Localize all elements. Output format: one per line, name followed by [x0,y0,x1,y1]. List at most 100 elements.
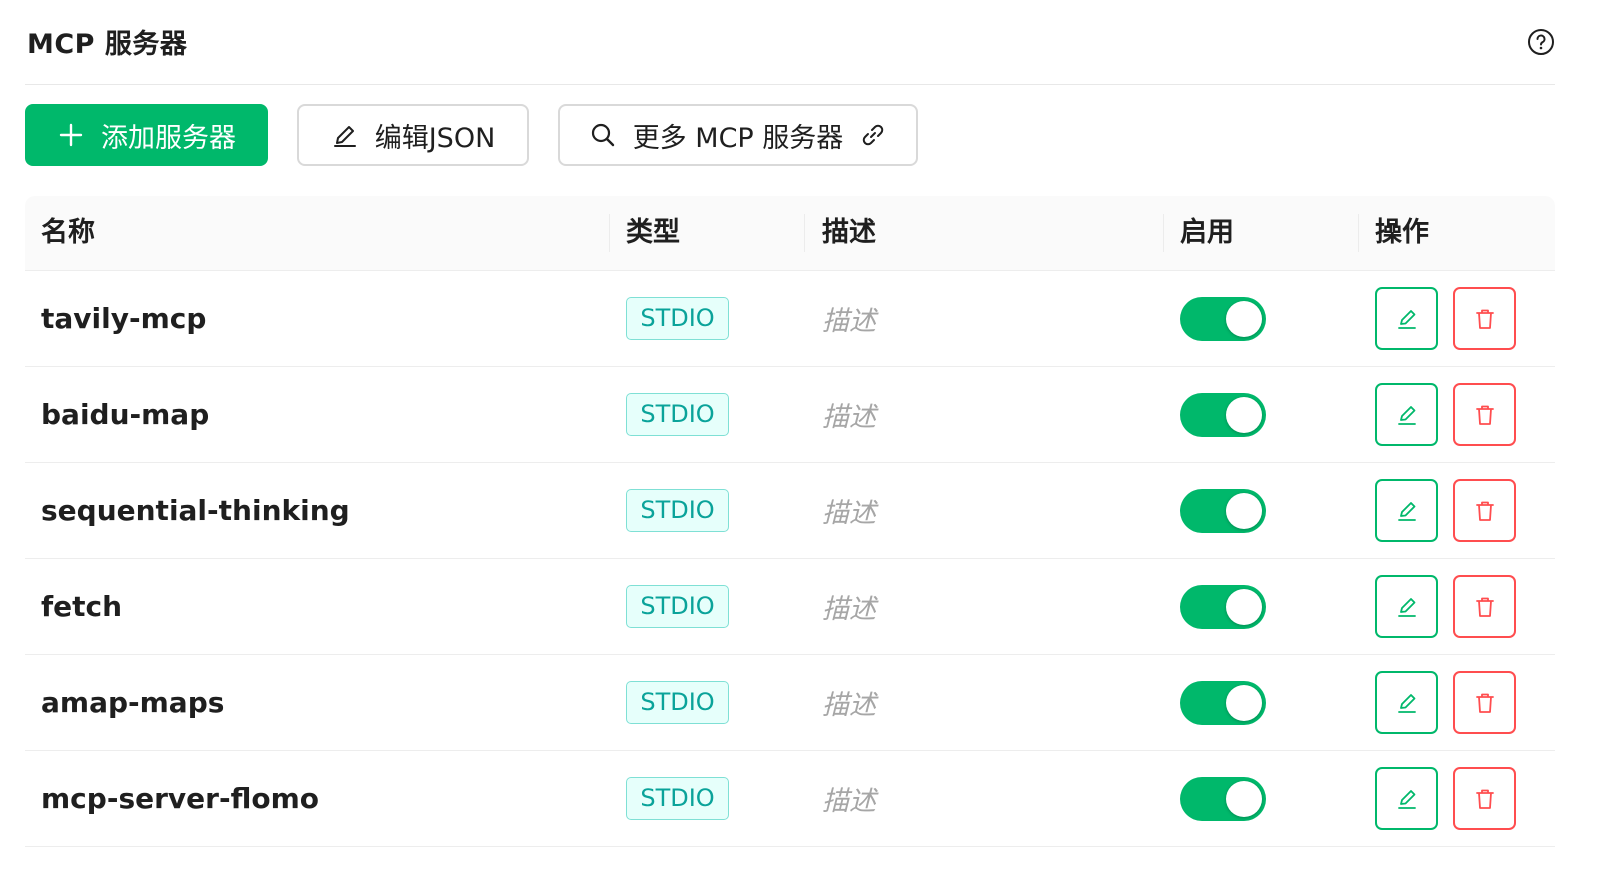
toggle-knob [1226,588,1262,625]
type-cell: STDIO [626,367,729,462]
type-cell: STDIO [626,271,729,366]
actions-cell [1375,463,1516,558]
trash-icon [1475,309,1494,329]
edit-server-button[interactable] [1375,575,1438,638]
pencil-icon [1397,597,1416,617]
enable-toggle[interactable] [1180,488,1266,533]
delete-server-button[interactable] [1453,767,1516,830]
question-circle-icon[interactable] [1527,28,1555,56]
enable-toggle[interactable] [1180,392,1266,437]
actions-cell [1375,367,1516,462]
description-placeholder[interactable]: 描述 [822,463,876,558]
column-header-enabled: 启用 [1180,217,1234,248]
enable-cell [1180,655,1266,750]
column-header-type: 类型 [626,217,680,248]
type-tag: STDIO [626,297,729,340]
search-icon [589,121,617,149]
server-name: amap-maps [41,686,225,719]
edit-json-label: 编辑JSON [374,122,496,154]
column-divider [804,214,805,252]
more-mcp-servers-label: 更多 MCP 服务器 [632,122,844,154]
table-row: amap-maps STDIO 描述 [25,655,1555,751]
pencil-icon [1397,501,1416,521]
actions-cell [1375,271,1516,366]
type-tag: STDIO [626,681,729,724]
enable-cell [1180,367,1266,462]
server-name: sequential-thinking [41,494,350,527]
type-cell: STDIO [626,751,729,846]
edit-server-button[interactable] [1375,671,1438,734]
table-row: mcp-server-flomo STDIO 描述 [25,751,1555,847]
actions-cell [1375,655,1516,750]
table-row: tavily-mcp STDIO 描述 [25,271,1555,367]
toggle-knob [1226,780,1262,817]
description-placeholder[interactable]: 描述 [822,751,876,846]
pencil-icon [1397,405,1416,425]
page-header: MCP 服务器 [25,0,1555,85]
delete-server-button[interactable] [1453,287,1516,350]
mcp-server-table: 名称 类型 描述 启用 操作 tavily-mcp STDIO 描述 baidu… [25,196,1555,847]
column-divider [1163,214,1164,252]
edit-server-button[interactable] [1375,479,1438,542]
server-name: baidu-map [41,398,210,431]
pencil-icon [1397,693,1416,713]
pencil-icon [331,121,359,149]
trash-icon [1475,597,1494,617]
add-server-label: 添加服务器 [101,122,236,154]
actions-cell [1375,559,1516,654]
toggle-knob [1226,396,1262,433]
type-tag: STDIO [626,777,729,820]
server-name: mcp-server-flomo [41,782,319,815]
type-cell: STDIO [626,559,729,654]
server-name: fetch [41,590,123,623]
trash-icon [1475,501,1494,521]
server-name: tavily-mcp [41,302,207,335]
edit-server-button[interactable] [1375,287,1438,350]
type-tag: STDIO [626,393,729,436]
delete-server-button[interactable] [1453,671,1516,734]
description-placeholder[interactable]: 描述 [822,655,876,750]
enable-toggle[interactable] [1180,680,1266,725]
enable-cell [1180,463,1266,558]
column-header-actions: 操作 [1375,217,1429,248]
column-header-name: 名称 [41,217,95,248]
delete-server-button[interactable] [1453,479,1516,542]
add-server-button[interactable]: 添加服务器 [25,104,268,166]
enable-toggle[interactable] [1180,296,1266,341]
enable-cell [1180,271,1266,366]
table-row: baidu-map STDIO 描述 [25,367,1555,463]
actions-cell [1375,751,1516,846]
table-header: 名称 类型 描述 启用 操作 [25,196,1555,271]
enable-cell [1180,559,1266,654]
table-row: fetch STDIO 描述 [25,559,1555,655]
type-cell: STDIO [626,463,729,558]
enable-toggle[interactable] [1180,776,1266,821]
toggle-knob [1226,492,1262,529]
description-placeholder[interactable]: 描述 [822,559,876,654]
delete-server-button[interactable] [1453,575,1516,638]
type-tag: STDIO [626,489,729,532]
toggle-knob [1226,684,1262,721]
plus-icon [57,121,85,149]
column-divider [609,214,610,252]
type-tag: STDIO [626,585,729,628]
type-cell: STDIO [626,655,729,750]
trash-icon [1475,693,1494,713]
description-placeholder[interactable]: 描述 [822,271,876,366]
edit-server-button[interactable] [1375,383,1438,446]
trash-icon [1475,789,1494,809]
toggle-knob [1226,300,1262,337]
more-mcp-servers-button[interactable]: 更多 MCP 服务器 [558,104,918,166]
enable-cell [1180,751,1266,846]
column-divider [1358,214,1359,252]
page-title: MCP 服务器 [27,29,188,60]
mcp-servers-page: MCP 服务器 添加服务器 编辑JSON 更多 MCP 服务器 名称 类型 描述… [0,0,1608,886]
description-placeholder[interactable]: 描述 [822,367,876,462]
column-header-description: 描述 [822,217,876,248]
enable-toggle[interactable] [1180,584,1266,629]
pencil-icon [1397,309,1416,329]
edit-json-button[interactable]: 编辑JSON [297,104,529,166]
link-icon [859,121,887,149]
delete-server-button[interactable] [1453,383,1516,446]
edit-server-button[interactable] [1375,767,1438,830]
